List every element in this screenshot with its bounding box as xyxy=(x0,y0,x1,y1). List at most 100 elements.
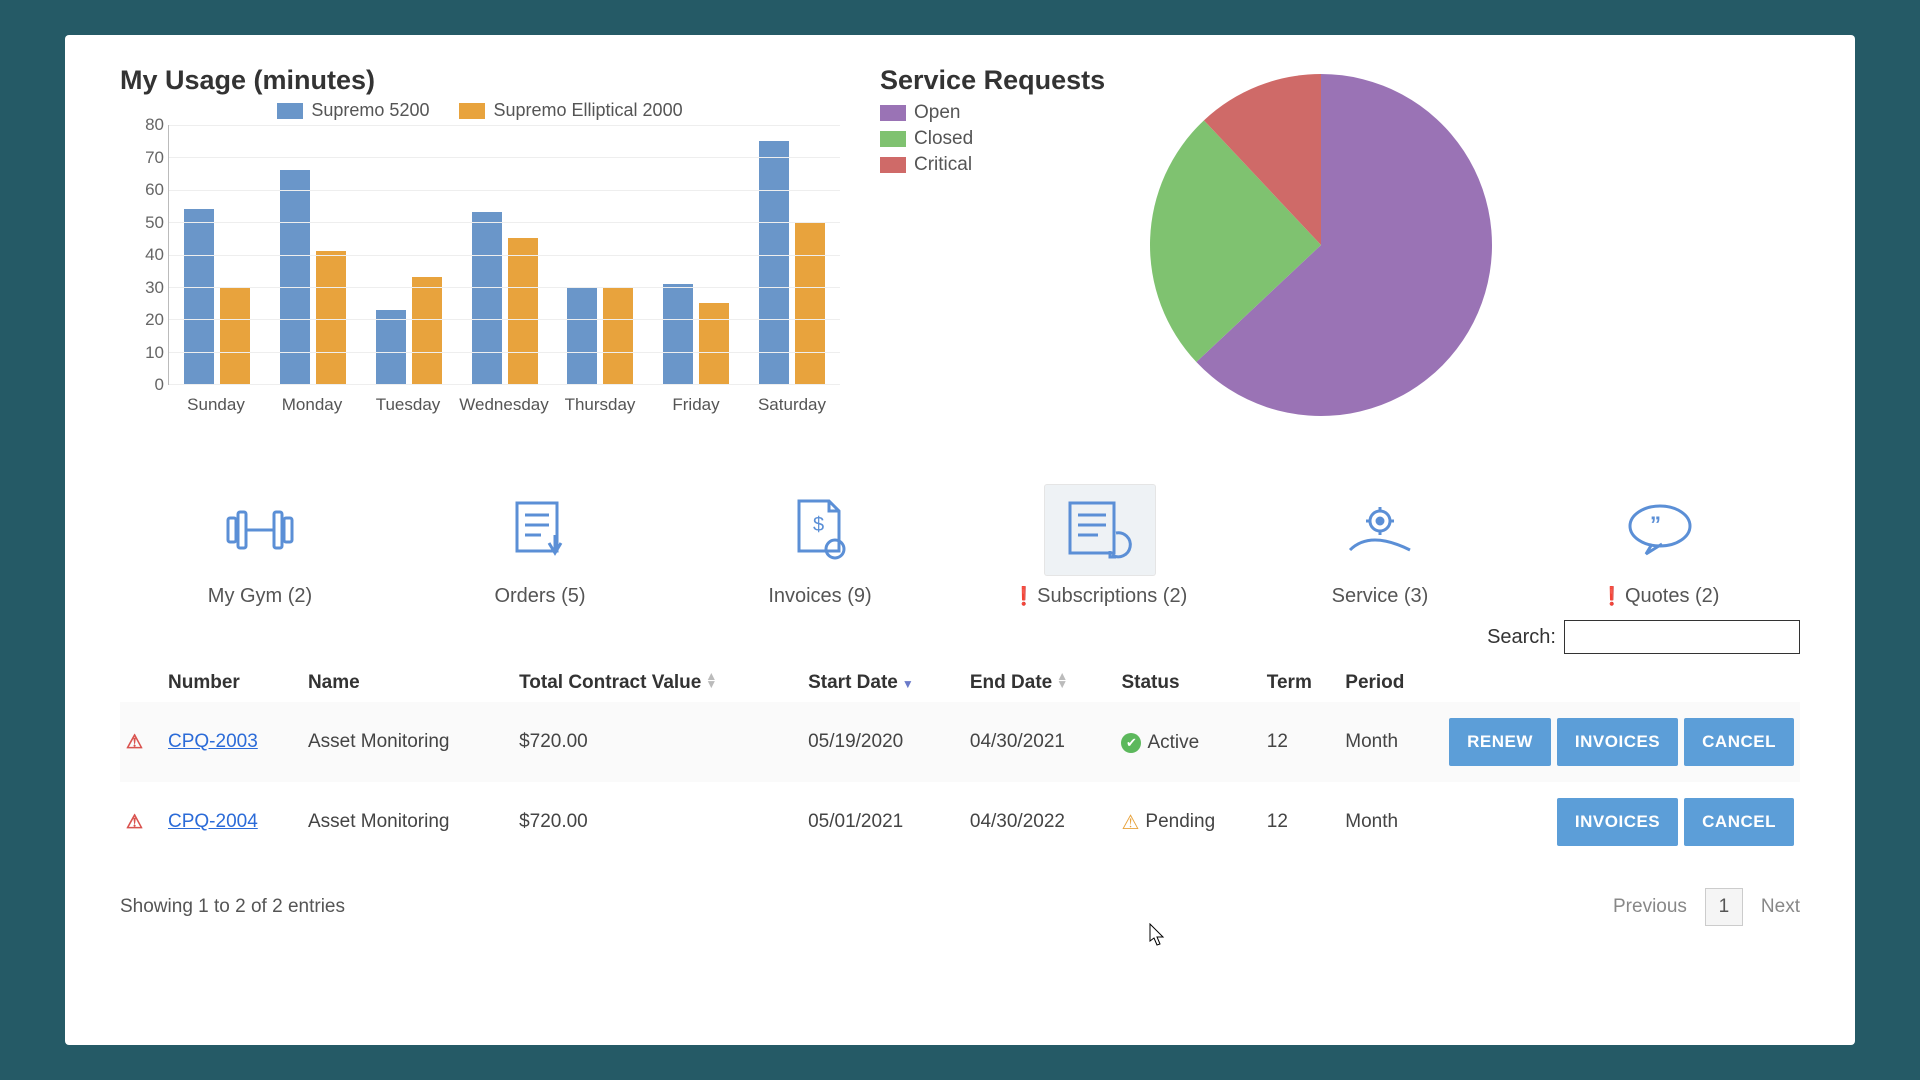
col-name[interactable]: Name xyxy=(302,664,513,702)
cell-start: 05/01/2021 xyxy=(802,782,964,862)
pie-legend-open: Open xyxy=(880,102,1105,124)
pagination-next[interactable]: Next xyxy=(1761,896,1800,918)
usage-bar-chart: My Usage (minutes) Supremo 5200 Supremo … xyxy=(120,65,840,425)
pie-legend-closed: Closed xyxy=(880,128,1105,150)
pagination-previous[interactable]: Previous xyxy=(1613,896,1687,918)
subscriptions-table: NumberNameTotal Contract Value▲▼Start Da… xyxy=(120,664,1800,862)
bar-supremo-elliptical-2000-saturday xyxy=(795,222,825,384)
bar-supremo-elliptical-2000-wednesday xyxy=(508,238,538,384)
usage-chart-legend: Supremo 5200 Supremo Elliptical 2000 xyxy=(120,100,840,121)
cell-end: 04/30/2021 xyxy=(964,702,1116,782)
subscription-number-link[interactable]: CPQ-2004 xyxy=(168,811,258,832)
tile-label-invoices: Invoices (9) xyxy=(680,585,960,608)
x-label-wednesday: Wednesday xyxy=(456,389,552,425)
tile-label-orders: Orders (5) xyxy=(400,585,680,608)
bar-supremo-5200-sunday xyxy=(184,209,214,384)
legend-series-2: Supremo Elliptical 2000 xyxy=(493,100,682,121)
alert-icon: ❗ xyxy=(1601,586,1623,606)
bar-supremo-5200-tuesday xyxy=(376,310,406,384)
table-search: Search: xyxy=(120,620,1800,654)
usage-chart-title: My Usage (minutes) xyxy=(120,65,840,96)
col-number[interactable]: Number xyxy=(162,664,302,702)
cell-end: 04/30/2022 xyxy=(964,782,1116,862)
bar-supremo-elliptical-2000-monday xyxy=(316,251,346,384)
table-row: ⚠ CPQ-2003 Asset Monitoring$720.0005/19/20… xyxy=(120,702,1800,782)
col-start-date[interactable]: Start Date▼ xyxy=(802,664,964,702)
tile-service[interactable]: Service (3) xyxy=(1240,485,1520,608)
warning-icon: ⚠ xyxy=(1121,810,1139,835)
table-row: ⚠ CPQ-2004 Asset Monitoring$720.0005/01/20… xyxy=(120,782,1800,862)
x-label-thursday: Thursday xyxy=(552,389,648,425)
alert-icon: ⚠ xyxy=(126,732,143,753)
alert-icon: ⚠ xyxy=(126,812,143,833)
svg-text:”: ” xyxy=(1650,512,1661,537)
pagination-page-current[interactable]: 1 xyxy=(1705,888,1743,926)
check-icon: ✔ xyxy=(1121,733,1141,753)
bar-supremo-5200-saturday xyxy=(759,141,789,384)
status-badge: ⚠Pending xyxy=(1121,810,1215,835)
x-label-friday: Friday xyxy=(648,389,744,425)
dashboard-card: My Usage (minutes) Supremo 5200 Supremo … xyxy=(65,35,1855,1045)
renew-button[interactable]: RENEW xyxy=(1449,718,1551,766)
bar-supremo-elliptical-2000-sunday xyxy=(220,287,250,384)
quotes-icon: ” xyxy=(1605,485,1715,575)
cell-start: 05/19/2020 xyxy=(802,702,964,782)
alert-icon: ❗ xyxy=(1013,586,1035,606)
pagination-summary: Showing 1 to 2 of 2 entries xyxy=(120,896,345,918)
cancel-button[interactable]: CANCEL xyxy=(1684,718,1794,766)
cell-term: 12 xyxy=(1261,702,1339,782)
cell-name: Asset Monitoring xyxy=(302,782,513,862)
service-requests-chart: Service Requests Open Closed Critical xyxy=(880,65,1511,425)
my-gym-icon xyxy=(205,485,315,575)
tile-subscriptions[interactable]: ❗Subscriptions (2) xyxy=(960,485,1240,608)
tile-quotes[interactable]: ” ❗Quotes (2) xyxy=(1520,485,1800,608)
bar-supremo-elliptical-2000-thursday xyxy=(603,287,633,384)
cell-period: Month xyxy=(1339,782,1437,862)
subscription-number-link[interactable]: CPQ-2003 xyxy=(168,731,258,752)
tile-label-subscriptions: ❗Subscriptions (2) xyxy=(960,585,1240,608)
x-label-saturday: Saturday xyxy=(744,389,840,425)
tile-label-my-gym: My Gym (2) xyxy=(120,585,400,608)
x-label-monday: Monday xyxy=(264,389,360,425)
col-total-contract-value[interactable]: Total Contract Value▲▼ xyxy=(513,664,802,702)
cursor-icon xyxy=(1147,923,1169,949)
tile-label-quotes: ❗Quotes (2) xyxy=(1520,585,1800,608)
search-input[interactable] xyxy=(1564,620,1800,654)
bar-supremo-5200-thursday xyxy=(567,287,597,384)
tile-orders[interactable]: Orders (5) xyxy=(400,485,680,608)
bar-supremo-5200-wednesday xyxy=(472,212,502,384)
col-status[interactable]: Status xyxy=(1115,664,1260,702)
x-label-tuesday: Tuesday xyxy=(360,389,456,425)
cell-period: Month xyxy=(1339,702,1437,782)
bar-supremo-5200-friday xyxy=(663,284,693,384)
service-requests-pie xyxy=(1131,65,1511,425)
cell-term: 12 xyxy=(1261,782,1339,862)
service-requests-title: Service Requests xyxy=(880,65,1105,96)
cancel-button[interactable]: CANCEL xyxy=(1684,798,1794,846)
invoices-button[interactable]: INVOICES xyxy=(1557,798,1678,846)
legend-series-1: Supremo 5200 xyxy=(311,100,429,121)
col-period[interactable]: Period xyxy=(1339,664,1437,702)
pie-legend-critical: Critical xyxy=(880,154,1105,176)
bar-supremo-elliptical-2000-tuesday xyxy=(412,277,442,384)
col-term[interactable]: Term xyxy=(1261,664,1339,702)
subscriptions-icon xyxy=(1045,485,1155,575)
cell-name: Asset Monitoring xyxy=(302,702,513,782)
svg-text:$: $ xyxy=(813,514,824,536)
table-pagination: Showing 1 to 2 of 2 entries Previous 1 N… xyxy=(120,888,1800,926)
cell-tcv: $720.00 xyxy=(513,702,802,782)
orders-icon xyxy=(485,485,595,575)
x-label-sunday: Sunday xyxy=(168,389,264,425)
bar-supremo-elliptical-2000-friday xyxy=(699,303,729,384)
tile-label-service: Service (3) xyxy=(1240,585,1520,608)
nav-tiles: My Gym (2)Orders (5) $ Invoices (9)❗Subscr… xyxy=(120,485,1800,608)
invoices-icon: $ xyxy=(765,485,875,575)
tile-my-gym[interactable]: My Gym (2) xyxy=(120,485,400,608)
service-icon xyxy=(1325,485,1435,575)
invoices-button[interactable]: INVOICES xyxy=(1557,718,1678,766)
col-end-date[interactable]: End Date▲▼ xyxy=(964,664,1116,702)
status-badge: ✔Active xyxy=(1121,732,1199,754)
tile-invoices[interactable]: $ Invoices (9) xyxy=(680,485,960,608)
cell-tcv: $720.00 xyxy=(513,782,802,862)
search-label: Search: xyxy=(1487,626,1556,649)
